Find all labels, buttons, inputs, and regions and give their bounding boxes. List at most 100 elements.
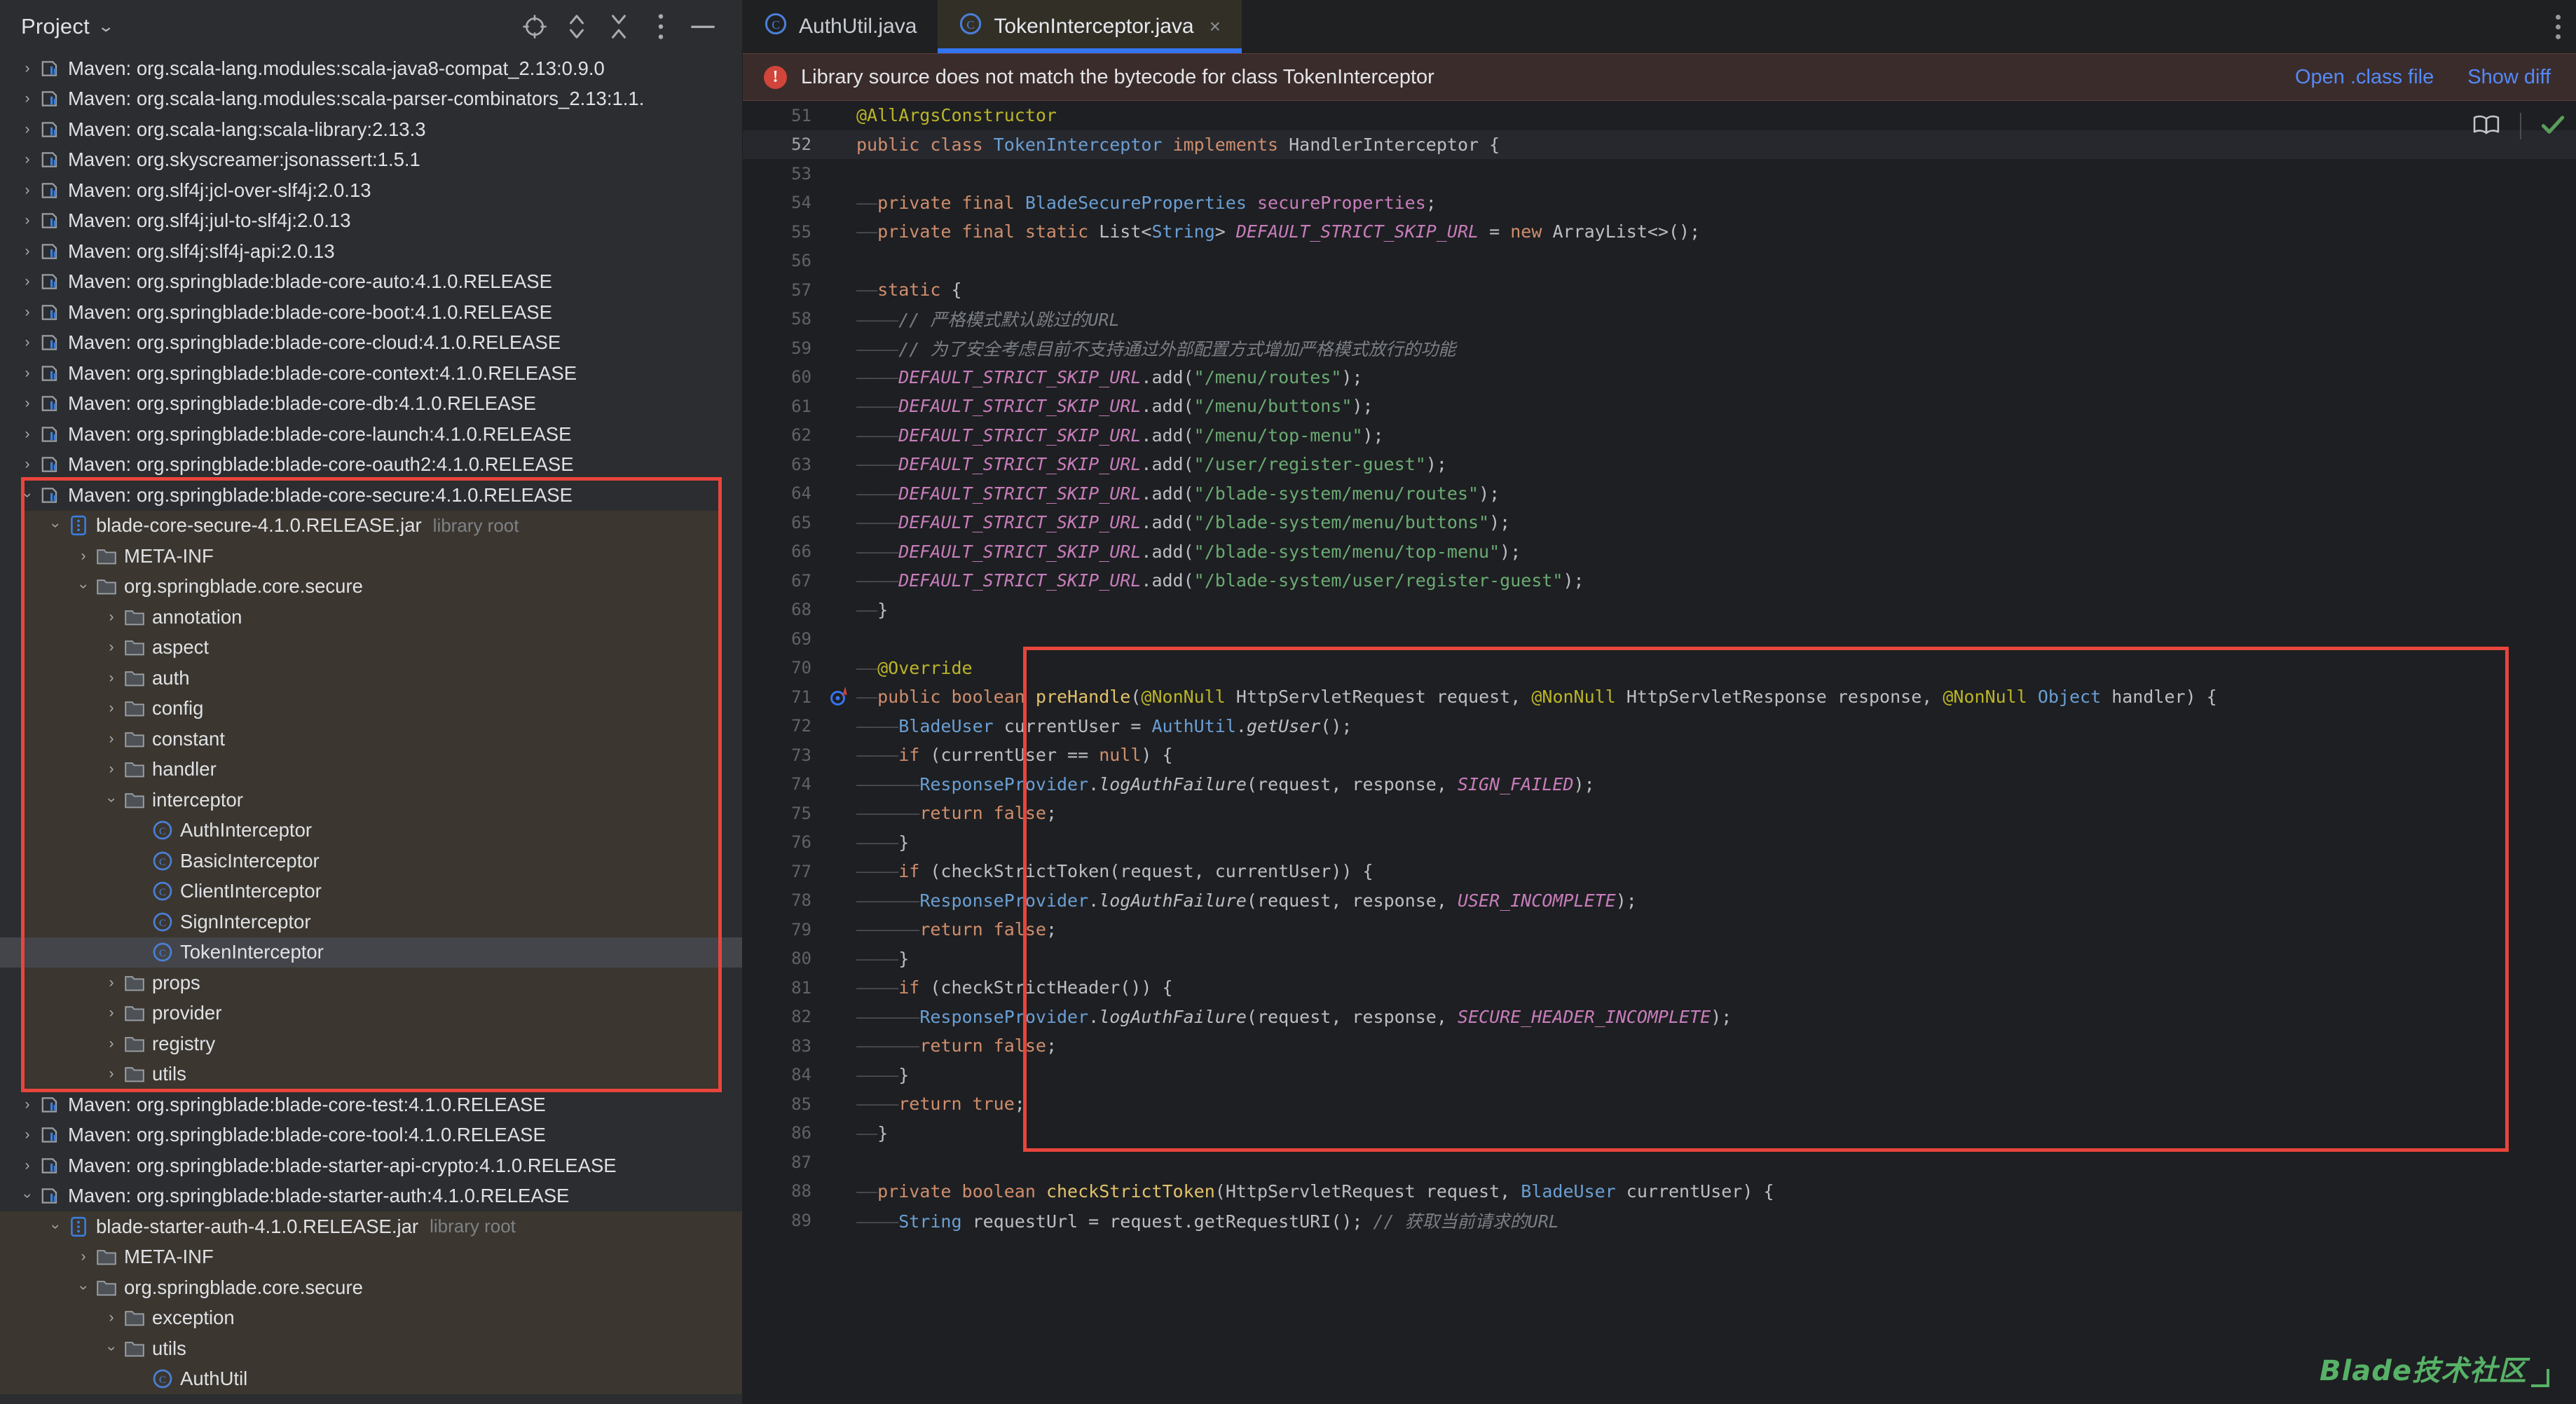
chevron-down-icon[interactable]: › <box>47 515 64 536</box>
code-line[interactable]: 85 ————return true; <box>743 1089 2576 1119</box>
tree-row[interactable]: › Maven: org.springblade:blade-core-launc… <box>0 419 742 450</box>
tree-row[interactable]: › interceptor <box>0 785 742 815</box>
chevron-right-icon[interactable]: › <box>17 182 38 199</box>
code-line[interactable]: 84 ————} <box>743 1061 2576 1090</box>
tree-row[interactable]: › Maven: org.scala-lang.modules:scala-par… <box>0 84 742 115</box>
chevron-right-icon[interactable]: › <box>17 304 38 321</box>
tree-row[interactable]: › Maven: org.springblade:blade-starter-ap… <box>0 1150 742 1181</box>
open-class-file-link[interactable]: Open .class file <box>2295 66 2434 89</box>
tree-row[interactable]: › registry <box>0 1028 742 1059</box>
chevron-down-icon[interactable]: › <box>47 1216 64 1237</box>
tree-row[interactable]: ›CBasicInterceptor <box>0 846 742 876</box>
code-line[interactable]: 75 ——————return false; <box>743 799 2576 828</box>
tree-row[interactable]: › META-INF <box>0 541 742 572</box>
tree-row[interactable]: › Maven: org.springblade:blade-starter-au… <box>0 1181 742 1212</box>
chevron-right-icon[interactable]: › <box>17 60 38 77</box>
tree-row[interactable]: ›CAuthInterceptor <box>0 815 742 846</box>
chevron-down-icon[interactable]: ⌄ <box>97 18 115 36</box>
tree-row[interactable]: › auth <box>0 663 742 694</box>
code-line[interactable]: 52 public class TokenInterceptor implemen… <box>743 130 2576 159</box>
chevron-right-icon[interactable]: › <box>17 365 38 382</box>
code-line[interactable]: 72 ————BladeUser currentUser = AuthUtil.g… <box>743 712 2576 741</box>
tree-row[interactable]: › Maven: org.springblade:blade-core-test:… <box>0 1089 742 1120</box>
code-line[interactable]: 69 <box>743 624 2576 654</box>
code-line[interactable]: 80 ————} <box>743 944 2576 974</box>
tree-row[interactable]: ›CAuthUtil <box>0 1364 742 1395</box>
tree-row[interactable]: › constant <box>0 724 742 755</box>
tree-row[interactable]: › blade-starter-auth-4.1.0.RELEASE.jar lib… <box>0 1211 742 1242</box>
tree-row[interactable]: › Maven: org.springblade:blade-core-oauth… <box>0 450 742 481</box>
chevron-right-icon[interactable]: › <box>101 670 122 687</box>
tree-row[interactable]: › props <box>0 968 742 998</box>
code-line[interactable]: 82 ——————ResponseProvider.logAuthFailure(… <box>743 1003 2576 1032</box>
tree-row[interactable]: › org.springblade.core.secure <box>0 572 742 603</box>
code-line[interactable]: 63 ————DEFAULT_STRICT_SKIP_URL.add("/user… <box>743 450 2576 479</box>
chevron-right-icon[interactable]: › <box>17 121 38 138</box>
chevron-right-icon[interactable]: › <box>101 731 122 748</box>
code-line[interactable]: 83 ——————return false; <box>743 1031 2576 1061</box>
show-diff-link[interactable]: Show diff <box>2467 66 2551 89</box>
tree-row[interactable]: › Maven: org.springblade:blade-core-auto:… <box>0 267 742 298</box>
chevron-right-icon[interactable]: › <box>17 426 38 443</box>
chevron-right-icon[interactable]: › <box>17 334 38 351</box>
tree-row[interactable]: › Maven: org.skyscreamer:jsonassert:1.5.1 <box>0 145 742 176</box>
chevron-right-icon[interactable]: › <box>17 1157 38 1174</box>
chevron-right-icon[interactable]: › <box>101 609 122 626</box>
tab-authutil[interactable]: C AuthUtil.java <box>743 0 938 53</box>
tree-row[interactable]: › aspect <box>0 633 742 663</box>
chevron-down-icon[interactable]: › <box>19 485 36 506</box>
code-line[interactable]: 55 ——private final static List<String> DE… <box>743 217 2576 247</box>
collapse-all-icon[interactable] <box>598 6 640 48</box>
chevron-right-icon[interactable]: › <box>101 700 122 717</box>
chevron-right-icon[interactable]: › <box>17 151 38 168</box>
locate-icon[interactable] <box>514 6 556 48</box>
tree-row[interactable]: › utils <box>0 1059 742 1090</box>
chevron-right-icon[interactable]: › <box>101 1066 122 1082</box>
code-line[interactable]: 60 ————DEFAULT_STRICT_SKIP_URL.add("/menu… <box>743 363 2576 392</box>
code-line[interactable]: 86 ——} <box>743 1119 2576 1148</box>
project-tree-panel[interactable]: › Maven: org.scala-lang.modules:scala-jav… <box>0 53 743 1404</box>
code-viewport[interactable]: 51 @AllArgsConstructor 52 public class Toke… <box>743 101 2576 1404</box>
tree-row[interactable]: › Maven: org.slf4j:slf4j-api:2.0.13 <box>0 236 742 267</box>
book-icon[interactable] <box>2471 113 2502 140</box>
code-line[interactable]: 64 ————DEFAULT_STRICT_SKIP_URL.add("/blad… <box>743 479 2576 509</box>
more-options-icon[interactable] <box>640 6 682 48</box>
chevron-right-icon[interactable]: › <box>73 548 94 565</box>
tree-row[interactable]: › config <box>0 694 742 724</box>
chevron-down-icon[interactable]: › <box>75 576 92 597</box>
chevron-right-icon[interactable]: › <box>101 1005 122 1021</box>
code-line[interactable]: 88 ——private boolean checkStrictToken(Htt… <box>743 1177 2576 1206</box>
checkmark-icon[interactable] <box>2540 113 2566 140</box>
code-line[interactable]: 59 ————// 为了安全考虑目前不支持通过外部配置方式增加严格模式放行的功能 <box>743 333 2576 363</box>
tree-row[interactable]: › Maven: org.scala-lang.modules:scala-jav… <box>0 53 742 84</box>
tree-row[interactable]: › META-INF <box>0 1242 742 1273</box>
tree-row[interactable]: › Maven: org.scala-lang:scala-library:2.1… <box>0 114 742 145</box>
tree-row[interactable]: › Maven: org.springblade:blade-core-tool:… <box>0 1120 742 1151</box>
chevron-down-icon[interactable]: › <box>103 790 120 811</box>
code-line[interactable]: 62 ————DEFAULT_STRICT_SKIP_URL.add("/menu… <box>743 421 2576 450</box>
chevron-down-icon[interactable]: › <box>19 1185 36 1206</box>
code-line[interactable]: 71 ——public boolean preHandle(@NonNull Ht… <box>743 682 2576 712</box>
tree-row[interactable]: › utils <box>0 1333 742 1364</box>
tree-row[interactable]: › Maven: org.slf4j:jul-to-slf4j:2.0.13 <box>0 206 742 237</box>
code-line[interactable]: 89 ————String requestUrl = request.getReq… <box>743 1206 2576 1235</box>
code-line[interactable]: 70 ——@Override <box>743 654 2576 683</box>
code-line[interactable]: 76 ————} <box>743 828 2576 858</box>
tree-row[interactable]: › exception <box>0 1303 742 1334</box>
code-line[interactable]: 73 ————if (currentUser == null) { <box>743 741 2576 770</box>
tab-tokeninterceptor[interactable]: C TokenInterceptor.java × <box>938 0 1242 53</box>
project-tree[interactable]: › Maven: org.scala-lang.modules:scala-jav… <box>0 53 742 1394</box>
code-line[interactable]: 65 ————DEFAULT_STRICT_SKIP_URL.add("/blad… <box>743 508 2576 537</box>
close-icon[interactable]: × <box>1210 15 1221 38</box>
chevron-down-icon[interactable]: › <box>103 1338 120 1359</box>
code-line[interactable]: 54 ——private final BladeSecureProperties … <box>743 188 2576 218</box>
tree-row[interactable]: › Maven: org.springblade:blade-core-boot:… <box>0 297 742 328</box>
chevron-right-icon[interactable]: › <box>17 1096 38 1113</box>
code-line[interactable]: 67 ————DEFAULT_STRICT_SKIP_URL.add("/blad… <box>743 566 2576 596</box>
expand-all-icon[interactable] <box>556 6 598 48</box>
code-line[interactable]: 53 <box>743 159 2576 188</box>
code-line[interactable]: 58 ————// 严格模式默认跳过的URL <box>743 305 2576 334</box>
chevron-right-icon[interactable]: › <box>17 273 38 290</box>
tree-row[interactable]: ›CClientInterceptor <box>0 876 742 907</box>
chevron-down-icon[interactable]: › <box>75 1277 92 1298</box>
